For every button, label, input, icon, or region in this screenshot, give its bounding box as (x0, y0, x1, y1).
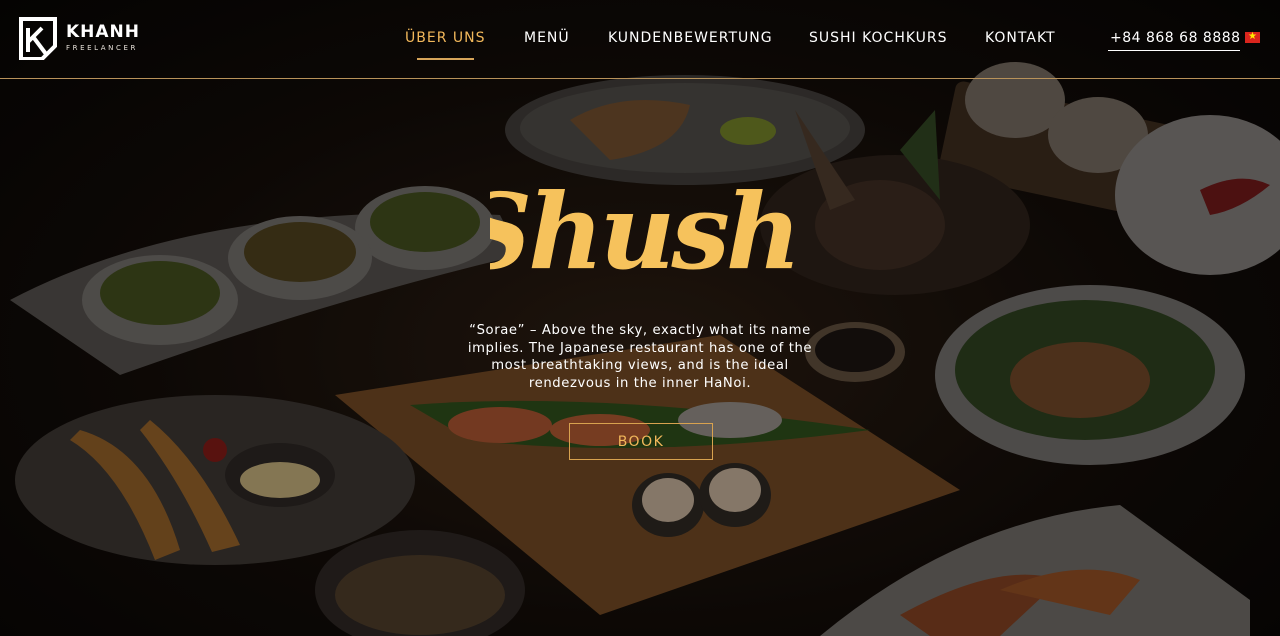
hero-title-text: Shushi (490, 170, 800, 293)
vietnam-flag-icon[interactable]: ★ (1245, 31, 1260, 43)
phone-link[interactable]: +84 868 68 8888 (1110, 30, 1241, 46)
nav-item-kundenbewertung[interactable]: KUNDENBEWERTUNG (608, 30, 773, 46)
nav-item-menu[interactable]: MENÜ (524, 30, 570, 46)
book-button[interactable]: BOOK (569, 423, 713, 460)
nav-item-kontakt[interactable]: KONTAKT (985, 30, 1056, 46)
site-header: KHANH FREELANCER ÜBER UNS MENÜ KUNDENBEW… (0, 0, 1280, 79)
hero-title: Shushi (490, 170, 800, 293)
logo-title: KHANH (66, 22, 141, 42)
hero-description: “Sorae” – Above the sky, exactly what it… (467, 323, 813, 391)
phone-underline (1108, 50, 1240, 51)
hero-background-image (0, 0, 1280, 636)
nav-item-sushi-kochkurs[interactable]: SUSHI KOCHKURS (809, 30, 948, 46)
brand-logo[interactable]: KHANH FREELANCER (18, 16, 140, 60)
logo-tagline: FREELANCER (66, 44, 138, 52)
nav-item-uber-uns[interactable]: ÜBER UNS (405, 30, 485, 46)
logo-text: KHANH FREELANCER (66, 22, 140, 54)
khanh-logo-icon (19, 17, 57, 60)
dark-overlay (0, 0, 1280, 636)
active-nav-underline (417, 58, 474, 60)
